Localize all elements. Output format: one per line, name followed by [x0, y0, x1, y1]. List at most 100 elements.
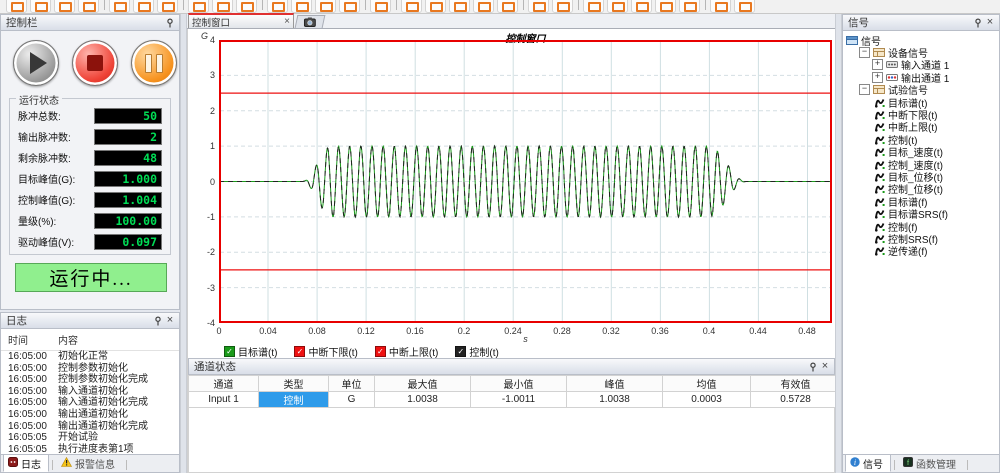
input-channel-icon: [886, 59, 898, 70]
log-content: 输出通道初始化完成: [58, 421, 148, 433]
close-icon[interactable]: ×: [984, 17, 996, 29]
toolbar-separator: [396, 0, 397, 10]
left-column: 控制栏 运行状态 脉冲总数:50输出脉冲数:2剩余脉冲数:48目标峰值(G):1…: [0, 14, 180, 473]
log-row[interactable]: 16:05:00输出通道初始化完成: [1, 421, 179, 433]
status-field-label: 剩余脉冲数:: [18, 150, 71, 165]
tree-item[interactable]: 中断上限(t): [843, 121, 999, 133]
log-time: 16:05:00: [1, 397, 58, 409]
toolbar-icon-chart-report[interactable]: [473, 0, 494, 13]
tree-expander[interactable]: −: [859, 84, 870, 95]
toolbar-icon-undo[interactable]: [710, 0, 731, 13]
toolbar-icon-clock[interactable]: [236, 0, 257, 13]
pin-icon[interactable]: [972, 17, 984, 29]
log-tab-1[interactable]: 日志: [3, 454, 49, 472]
close-icon[interactable]: ×: [819, 361, 831, 373]
toolbar-icon-preview[interactable]: [157, 0, 178, 13]
tree-item[interactable]: 目标谱SRS(f): [843, 207, 999, 219]
status-field: 目标峰值(G):1.000: [14, 168, 166, 189]
status-field-value: 50: [94, 108, 162, 124]
legend-item[interactable]: ✓控制(t): [455, 344, 498, 359]
tab-divider: [126, 460, 127, 470]
status-field: 量级(%):100.00: [14, 210, 166, 231]
toolbar-icon-zoom-out[interactable]: [679, 0, 700, 13]
toolbar-icon-fit-vertical[interactable]: [607, 0, 628, 13]
toolbar-icon-gauge[interactable]: [212, 0, 233, 13]
toolbar-icon-function[interactable]: [339, 0, 360, 13]
toolbar-icon-export[interactable]: [109, 0, 130, 13]
log-row[interactable]: 16:05:05开始试验: [1, 432, 179, 444]
close-icon[interactable]: ×: [164, 315, 176, 327]
legend-checkbox[interactable]: ✓: [224, 346, 235, 357]
toolbar-icon-layout-columns[interactable]: [401, 0, 422, 13]
tree-item[interactable]: 逆传递(f): [843, 245, 999, 257]
tab-control-window[interactable]: 控制窗口 ×: [188, 13, 294, 28]
toolbar-icon-layout-grid[interactable]: [425, 0, 446, 13]
toolbar-icon-signal-L1[interactable]: [267, 0, 288, 13]
x-tick-label: 0.08: [302, 326, 332, 336]
legend-checkbox[interactable]: ✓: [375, 346, 386, 357]
channel-col-最小值: 最小值: [471, 376, 567, 392]
tree-expander[interactable]: +: [872, 72, 883, 83]
tree-expander[interactable]: +: [872, 59, 883, 70]
toolbar-icon-close-doc[interactable]: [734, 0, 755, 13]
toolbar-icon-chart-edit[interactable]: [497, 0, 518, 13]
pin-icon[interactable]: [807, 361, 819, 373]
control-panel: 运行状态 脉冲总数:50输出脉冲数:2剩余脉冲数:48目标峰值(G):1.000…: [0, 31, 180, 310]
left-splitter[interactable]: [180, 14, 187, 473]
toolbar-icon-signal-L2[interactable]: [291, 0, 312, 13]
log-content: 初始化正常: [58, 351, 108, 363]
log-row[interactable]: 16:05:00输入通道初始化完成: [1, 397, 179, 409]
control-window-chart: 控制窗口 G s ✓目标谱(t)✓中断下限(t)✓中断上限(t)✓控制(t) 4…: [187, 29, 835, 358]
log-time: 16:05:00: [1, 363, 58, 375]
tab-label: 控制窗口: [192, 15, 230, 29]
y-tick-label: 1: [188, 141, 215, 151]
pin-icon[interactable]: [164, 17, 176, 29]
channel-row[interactable]: Input 1控制G1.0038-1.00111.00380.00030.572…: [189, 392, 841, 408]
toolbar-icon-save-all[interactable]: [78, 0, 99, 13]
legend-checkbox[interactable]: ✓: [455, 346, 466, 357]
tree-expander[interactable]: −: [859, 47, 870, 58]
toolbar-icon-print[interactable]: [133, 0, 154, 13]
x-tick-label: 0: [204, 326, 234, 336]
log-row[interactable]: 16:05:00输出通道初始化: [1, 409, 179, 421]
legend-label: 中断下限(t): [308, 344, 357, 359]
toolbar-icon-fit-page[interactable]: [631, 0, 652, 13]
toolbar-icon-layout-rows[interactable]: [449, 0, 470, 13]
log-row[interactable]: 16:05:00初始化正常: [1, 351, 179, 363]
plot-area[interactable]: [219, 40, 832, 323]
pin-icon[interactable]: [152, 315, 164, 327]
legend-item[interactable]: ✓中断上限(t): [375, 344, 438, 359]
tab-close-icon[interactable]: ×: [284, 16, 290, 27]
toolbar-icon-signal-L3[interactable]: [315, 0, 336, 13]
log-tab-2[interactable]: 报警信息: [56, 454, 123, 472]
legend-checkbox[interactable]: ✓: [294, 346, 305, 357]
right-splitter[interactable]: [835, 14, 842, 473]
x-tick-label: 0.44: [743, 326, 773, 336]
signal-tab-2[interactable]: f函数管理: [898, 454, 964, 472]
toolbar-icon-link-add[interactable]: [528, 0, 549, 13]
toolbar-icon-waveform[interactable]: [370, 0, 391, 13]
status-field: 驱动峰值(V):0.097: [14, 231, 166, 252]
toolbar-icon-open[interactable]: [30, 0, 51, 13]
log-panel-title: 日志: [6, 313, 27, 328]
log-row[interactable]: 16:05:00控制参数初始化: [1, 363, 179, 375]
log-content: 控制参数初始化完成: [58, 374, 148, 386]
tab-snapshot[interactable]: [295, 15, 326, 28]
toolbar-icon-fit-horizontal[interactable]: [583, 0, 604, 13]
start-button[interactable]: [13, 40, 59, 86]
toolbar-icon-favorite[interactable]: [188, 0, 209, 13]
toolbar-icon-zoom-in[interactable]: [655, 0, 676, 13]
signal-tab-1[interactable]: i信号: [845, 454, 891, 472]
log-time: 16:05:00: [1, 351, 58, 363]
channel-cell: 1.0038: [567, 392, 663, 408]
legend-item[interactable]: ✓中断下限(t): [294, 344, 357, 359]
legend-item[interactable]: ✓目标谱(t): [224, 344, 277, 359]
log-col-time: 时间: [1, 332, 58, 347]
log-row[interactable]: 16:05:00控制参数初始化完成: [1, 374, 179, 386]
log-row[interactable]: 16:05:00输入通道初始化: [1, 386, 179, 398]
stop-button[interactable]: [72, 40, 118, 86]
toolbar-icon-save[interactable]: [54, 0, 75, 13]
pause-button[interactable]: [131, 40, 177, 86]
toolbar-icon-link-remove[interactable]: [552, 0, 573, 13]
toolbar-icon-new[interactable]: [6, 0, 27, 13]
